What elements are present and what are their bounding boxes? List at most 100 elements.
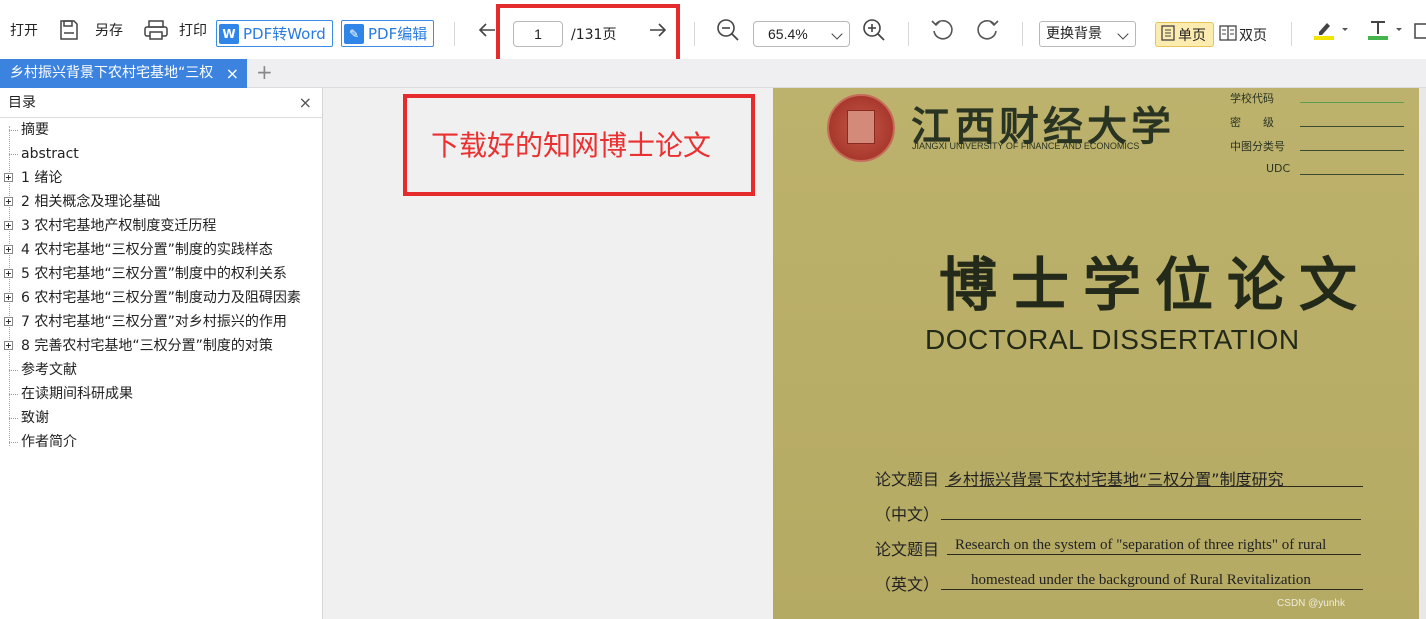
save-as-label: 另存 [95, 22, 123, 39]
toc-item[interactable]: 4 农村宅基地“三权分置”制度的实践样态 [0, 238, 322, 262]
field-underline [945, 486, 1363, 487]
toc-item[interactable]: 1 绪论 [0, 166, 322, 190]
watermark: CSDN @yunhk [1277, 598, 1345, 609]
background-label: 更换背景 [1046, 26, 1102, 42]
dissertation-title-cn: 博士学位论文 [939, 251, 1372, 319]
toc-item[interactable]: abstract [0, 142, 322, 166]
meta-line [1300, 102, 1404, 103]
expand-icon[interactable] [4, 269, 13, 278]
toc-item[interactable]: 6 农村宅基地“三权分置”制度动力及阻碍因素 [0, 286, 322, 310]
highlighter-icon [1313, 18, 1349, 42]
tree-leaf-connector [9, 394, 18, 395]
thesis-title-en-label: 论文题目 [875, 540, 940, 559]
toc-item[interactable]: 7 农村宅基地“三权分置”对乡村振兴的作用 [0, 310, 322, 334]
single-page-label: 单页 [1178, 27, 1206, 44]
annotation-text: 下载好的知网博士论文 [431, 129, 712, 162]
expand-icon[interactable] [4, 293, 13, 302]
expand-icon[interactable] [4, 341, 13, 350]
pdf-edit-button[interactable]: ✎ PDF编辑 [341, 20, 435, 47]
pdf-to-word-button[interactable]: W PDF转Word [216, 20, 333, 47]
en-label: （英文） [875, 575, 940, 594]
toc-item-label: 摘要 [21, 122, 49, 138]
toc-item-label: 7 农村宅基地“三权分置”对乡村振兴的作用 [21, 314, 287, 330]
toc-item[interactable]: 作者简介 [0, 430, 322, 454]
field-underline [941, 519, 1361, 520]
toc-item-label: 1 绪论 [21, 170, 63, 186]
meta-line [1300, 150, 1404, 151]
open-button[interactable]: 打开 [10, 0, 38, 59]
expand-icon[interactable] [4, 173, 13, 182]
toc-item[interactable]: 5 农村宅基地“三权分置”制度中的权利关系 [0, 262, 322, 286]
toc-item-label: 参考文献 [21, 362, 77, 378]
toc-item[interactable]: 摘要 [0, 118, 322, 142]
close-icon[interactable]: × [299, 88, 312, 118]
text-color-button[interactable] [1367, 0, 1403, 59]
tab-title: 乡村振兴背景下农村宅基地“三权 [10, 65, 214, 81]
divider [694, 22, 695, 46]
toc-tree: 摘要 abstract 1 绪论 2 相关概念及理论基础 3 农村宅基地产权制度变迁历程… [0, 118, 322, 454]
close-icon[interactable]: × [226, 59, 239, 88]
pdf-to-word-label: PDF转Word [243, 25, 326, 43]
highlight-tool-button[interactable] [1313, 0, 1349, 59]
zoom-select[interactable]: 65.4% [753, 21, 850, 47]
field-underline [941, 589, 1363, 590]
toc-item[interactable]: 参考文献 [0, 358, 322, 382]
divider [908, 22, 909, 46]
expand-icon[interactable] [4, 245, 13, 254]
arrow-left-icon [477, 20, 497, 40]
sidebar-header: 目录 × [0, 88, 322, 118]
field-underline [947, 554, 1361, 555]
printer-icon [143, 19, 169, 41]
tree-leaf-connector [9, 442, 18, 443]
add-tab-icon[interactable]: + [256, 59, 273, 86]
zoom-in-button[interactable] [862, 0, 886, 59]
toc-item[interactable]: 致谢 [0, 406, 322, 430]
meta-line [1300, 126, 1404, 127]
meta-secrecy: 密 级 [1230, 116, 1274, 129]
university-seal-icon [827, 94, 895, 162]
tree-leaf-connector [9, 370, 18, 371]
toc-item-label: 在读期间科研成果 [21, 386, 133, 402]
pdf-page[interactable]: 江西财经大学 JIANGXI UNIVERSITY OF FINANCE AND… [773, 88, 1419, 619]
print-button[interactable]: 打印 [143, 0, 207, 59]
tree-leaf-connector [9, 154, 18, 155]
toc-item-label: 5 农村宅基地“三权分置”制度中的权利关系 [21, 266, 287, 282]
more-tool-button[interactable] [1413, 0, 1426, 59]
rotate-left-button[interactable] [930, 0, 956, 59]
single-page-button[interactable]: 单页 [1155, 22, 1214, 47]
annotation-box: 下载好的知网博士论文 [403, 94, 755, 196]
text-color-icon [1367, 18, 1403, 42]
expand-icon[interactable] [4, 221, 13, 230]
background-select[interactable]: 更换背景 [1039, 21, 1136, 47]
expand-icon[interactable] [4, 197, 13, 206]
zoom-out-button[interactable] [716, 0, 740, 59]
chevron-down-icon [831, 28, 843, 40]
chevron-down-icon [1117, 28, 1129, 40]
toc-item-label: 2 相关概念及理论基础 [21, 194, 161, 210]
divider [1291, 22, 1292, 46]
open-label: 打开 [10, 22, 38, 39]
toc-item-label: abstract [21, 146, 79, 162]
expand-icon[interactable] [4, 317, 13, 326]
tab-document[interactable]: 乡村振兴背景下农村宅基地“三权 × [0, 59, 247, 88]
toc-item-label: 作者简介 [21, 434, 77, 450]
save-icon [58, 19, 80, 41]
document-viewer[interactable]: 下载好的知网博士论文 江西财经大学 JIANGXI UNIVERSITY OF … [323, 88, 1426, 619]
thesis-title-en-line1: Research on the system of "separation of… [955, 537, 1327, 553]
rotate-right-button[interactable] [974, 0, 1000, 59]
prev-page-button[interactable] [477, 0, 497, 59]
zoom-value: 65.4% [768, 26, 808, 42]
save-as-button[interactable]: 另存 [58, 0, 123, 59]
thesis-title-en-line2: homestead under the background of Rural … [971, 572, 1311, 588]
toc-item[interactable]: 2 相关概念及理论基础 [0, 190, 322, 214]
toc-item[interactable]: 3 农村宅基地产权制度变迁历程 [0, 214, 322, 238]
single-page-icon [1160, 24, 1176, 45]
toc-item[interactable]: 在读期间科研成果 [0, 382, 322, 406]
dissertation-title-en: DOCTORAL DISSERTATION [925, 324, 1300, 355]
toc-item[interactable]: 8 完善农村宅基地“三权分置”制度的对策 [0, 334, 322, 358]
toc-item-label: 致谢 [21, 410, 49, 426]
double-page-button[interactable]: 双页 [1217, 22, 1275, 47]
sidebar-title: 目录 [8, 95, 36, 111]
rotate-left-icon [930, 17, 956, 43]
cn-label: （中文） [875, 505, 940, 524]
